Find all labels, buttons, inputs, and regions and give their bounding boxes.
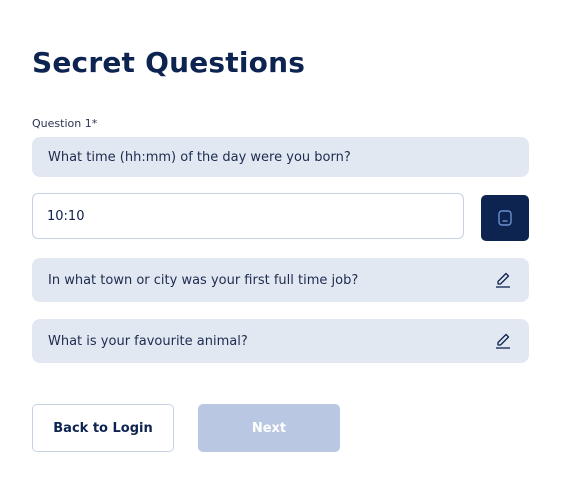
question-3-text: What is your favourite animal? <box>48 333 248 349</box>
page-title: Secret Questions <box>32 46 306 79</box>
secret-questions-page: Secret Questions Question 1* What time (… <box>0 0 564 492</box>
question-2-item: In what town or city was your first full… <box>32 258 529 302</box>
question-2-text: In what town or city was your first full… <box>48 272 359 288</box>
pencil-edit-icon[interactable] <box>493 331 513 351</box>
next-button[interactable]: Next <box>198 404 340 452</box>
save-answer-button[interactable] <box>481 195 529 241</box>
question-1-answer-input[interactable] <box>32 193 464 239</box>
back-to-login-button[interactable]: Back to Login <box>32 404 174 452</box>
question-3-item: What is your favourite animal? <box>32 319 529 363</box>
pencil-edit-icon[interactable] <box>493 270 513 290</box>
save-icon <box>498 210 512 226</box>
question-1-text-box: What time (hh:mm) of the day were you bo… <box>32 137 529 177</box>
question-1-label: Question 1* <box>32 117 98 130</box>
question-1-text: What time (hh:mm) of the day were you bo… <box>48 149 351 165</box>
